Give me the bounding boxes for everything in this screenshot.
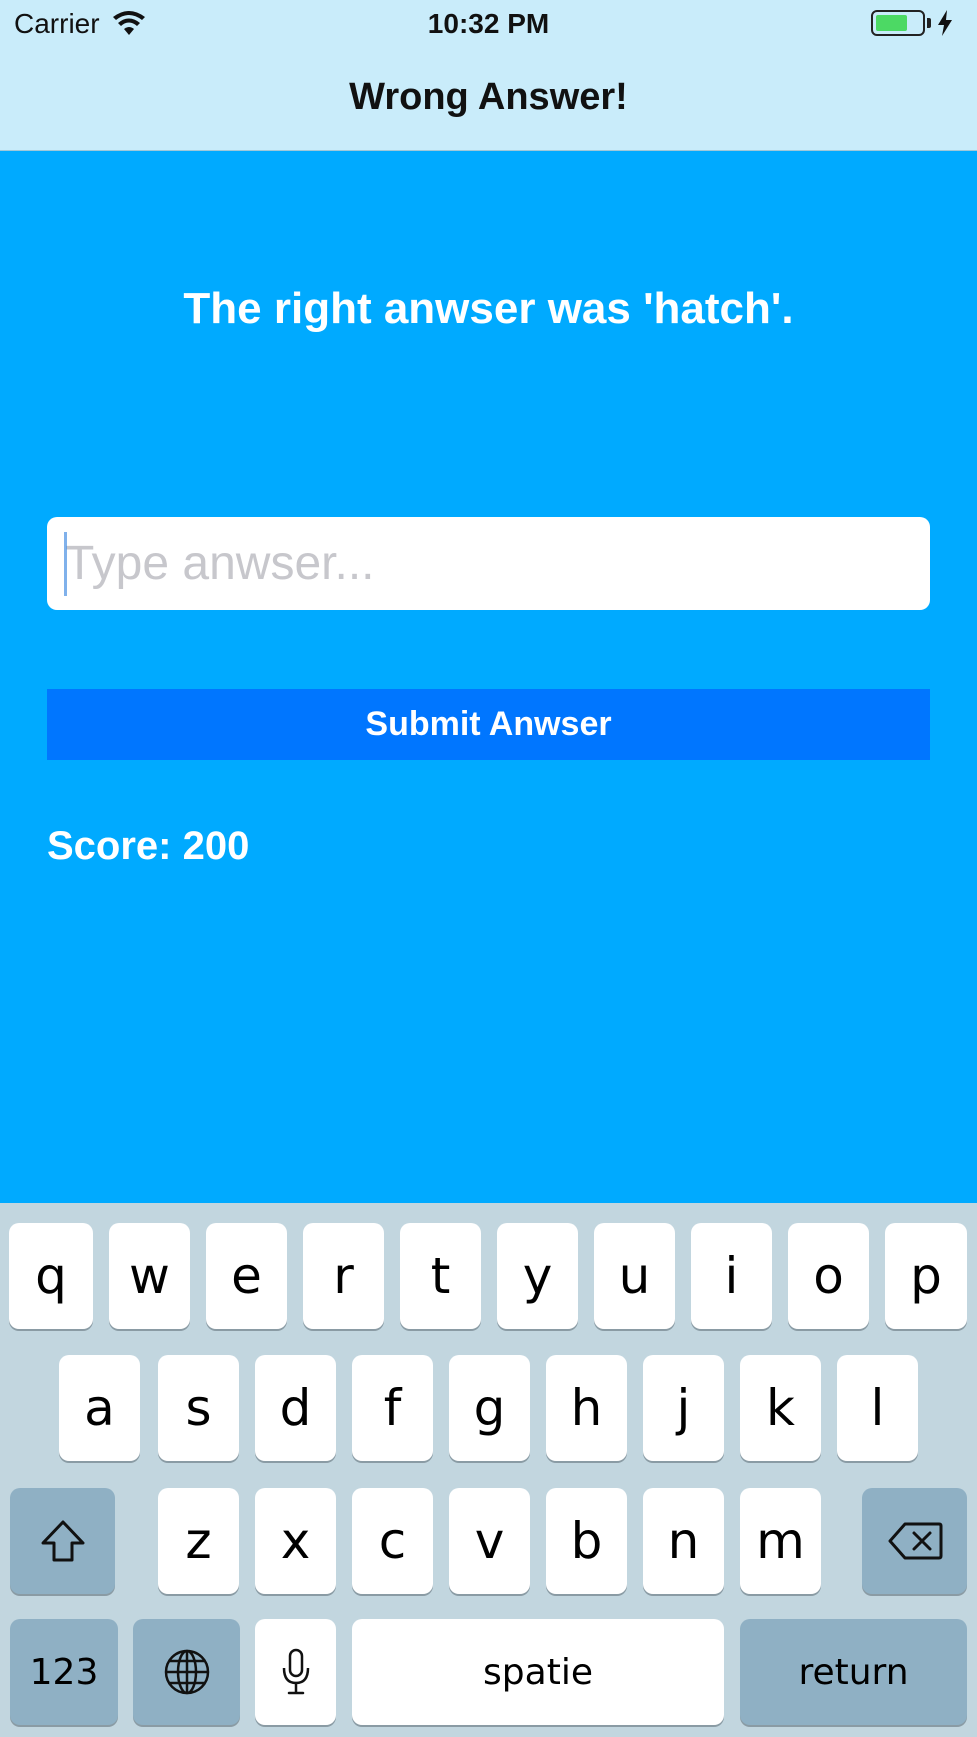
key-u[interactable]: u	[594, 1223, 675, 1329]
delete-icon	[888, 1522, 942, 1560]
text-caret	[64, 532, 67, 596]
key-i[interactable]: i	[691, 1223, 772, 1329]
key-x[interactable]: x	[255, 1488, 336, 1594]
key-b[interactable]: b	[546, 1488, 627, 1594]
shift-icon	[41, 1520, 84, 1562]
key-c[interactable]: c	[352, 1488, 433, 1594]
globe-icon	[164, 1649, 209, 1695]
nav-title: Wrong Answer!	[349, 76, 628, 118]
key-v[interactable]: v	[449, 1488, 530, 1594]
key-k[interactable]: k	[740, 1355, 821, 1461]
result-message: The right anwser was 'hatch'.	[183, 284, 794, 333]
key-j[interactable]: j	[643, 1355, 724, 1461]
status-time: 10:32 PM	[427, 8, 550, 39]
globe-key[interactable]	[133, 1619, 240, 1725]
battery-indicator	[871, 10, 953, 36]
microphone-key[interactable]	[255, 1619, 336, 1725]
delete-key[interactable]	[862, 1488, 967, 1594]
top-bar: Carrier 10:32 PM Wrong Answer!	[0, 0, 977, 151]
key-m[interactable]: m	[740, 1488, 821, 1594]
key-w[interactable]: w	[109, 1223, 190, 1329]
key-h[interactable]: h	[546, 1355, 627, 1461]
key-p[interactable]: p	[885, 1223, 967, 1329]
key-e[interactable]: e	[206, 1223, 287, 1329]
key-a[interactable]: a	[59, 1355, 140, 1461]
microphone-icon	[282, 1648, 309, 1695]
key-d[interactable]: d	[255, 1355, 336, 1461]
key-f[interactable]: f	[352, 1355, 433, 1461]
keyboard: q w e r t y u i o p a s d f g h j k l z …	[0, 1203, 977, 1737]
key-z[interactable]: z	[158, 1488, 239, 1594]
score-label: Score: 200	[47, 824, 250, 868]
key-q[interactable]: q	[9, 1223, 93, 1329]
key-r[interactable]: r	[303, 1223, 384, 1329]
space-key[interactable]: spatie	[352, 1619, 724, 1725]
key-l[interactable]: l	[837, 1355, 918, 1461]
numbers-key[interactable]: 123	[10, 1619, 118, 1725]
answer-input[interactable]	[47, 517, 930, 610]
battery-icon	[871, 10, 925, 36]
bolt-icon	[938, 10, 952, 36]
key-n[interactable]: n	[643, 1488, 724, 1594]
submit-answer-button[interactable]: Submit Anwser	[47, 689, 930, 760]
key-t[interactable]: t	[400, 1223, 481, 1329]
key-o[interactable]: o	[788, 1223, 869, 1329]
return-key[interactable]: return	[740, 1619, 967, 1725]
key-y[interactable]: y	[497, 1223, 578, 1329]
shift-key[interactable]	[10, 1488, 115, 1594]
key-s[interactable]: s	[158, 1355, 239, 1461]
key-g[interactable]: g	[449, 1355, 530, 1461]
